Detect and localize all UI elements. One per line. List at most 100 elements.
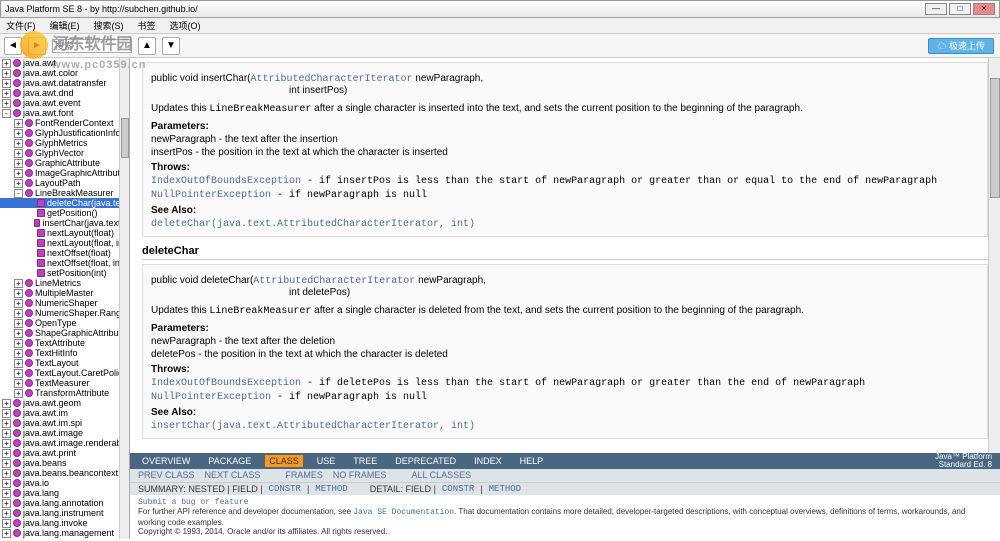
nav-prev-class[interactable]: PREV CLASS xyxy=(138,470,195,480)
seealso-link[interactable]: deleteChar(java.text.AttributedCharacter… xyxy=(151,219,475,230)
maximize-button[interactable]: □ xyxy=(949,3,971,15)
tree-item[interactable]: +GlyphVector xyxy=(0,148,129,158)
nav-overview[interactable]: OVERVIEW xyxy=(138,455,194,467)
nav-frames[interactable]: FRAMES xyxy=(285,470,323,480)
tree-item[interactable]: +java.awt.im xyxy=(0,408,129,418)
expand-icon[interactable]: + xyxy=(14,299,23,308)
tree-item[interactable]: +java.lang.instrument xyxy=(0,508,129,518)
nav-noframes[interactable]: NO FRAMES xyxy=(333,470,387,480)
tree-item[interactable]: +GraphicAttribute xyxy=(0,158,129,168)
tree-item[interactable]: +java.io xyxy=(0,478,129,488)
expand-icon[interactable]: + xyxy=(2,519,11,528)
tree-item[interactable]: +java.awt.event xyxy=(0,98,129,108)
expand-icon[interactable]: + xyxy=(2,469,11,478)
detail-constr-link[interactable]: CONSTR xyxy=(442,484,474,494)
expand-icon[interactable]: + xyxy=(14,119,23,128)
tree-item[interactable]: +java.beans xyxy=(0,458,129,468)
tree-item[interactable]: +TransformAttribute xyxy=(0,388,129,398)
expand-icon[interactable]: + xyxy=(14,169,23,178)
summary-constr-link[interactable]: CONSTR xyxy=(269,484,301,494)
expand-icon[interactable]: + xyxy=(14,129,23,138)
tree-item[interactable]: +FontRenderContext xyxy=(0,118,129,128)
tree-item[interactable]: nextOffset(float, int, xyxy=(0,258,129,268)
submit-bug-link[interactable]: Submit a bug or feature xyxy=(138,498,248,507)
tree-item[interactable]: +java.lang xyxy=(0,488,129,498)
expand-icon[interactable]: + xyxy=(14,309,23,318)
type-link[interactable]: AttributedCharacterIterator xyxy=(251,74,413,85)
minimize-button[interactable]: — xyxy=(925,3,947,15)
expand-icon[interactable]: + xyxy=(2,459,11,468)
tree-item[interactable]: +ShapeGraphicAttribute xyxy=(0,328,129,338)
seealso-link[interactable]: insertChar(java.text.AttributedCharacter… xyxy=(151,421,475,432)
tree-item[interactable]: +TextHitInfo xyxy=(0,348,129,358)
nav-package[interactable]: PACKAGE xyxy=(204,455,255,467)
tree-item[interactable]: +java.lang.management xyxy=(0,528,129,538)
nav-use[interactable]: USE xyxy=(313,455,340,467)
collapse-icon[interactable]: - xyxy=(2,109,11,118)
tree-item[interactable]: setPosition(int) xyxy=(0,268,129,278)
tree-item[interactable]: +java.awt.dnd xyxy=(0,88,129,98)
content-scrollbar[interactable] xyxy=(988,58,1000,481)
tree-item[interactable]: +java.awt.datatransfer xyxy=(0,78,129,88)
tree-item[interactable]: getPosition() xyxy=(0,208,129,218)
tree-item[interactable]: insertChar(java.text.A xyxy=(0,218,129,228)
detail-method-link[interactable]: METHOD xyxy=(489,484,521,494)
expand-icon[interactable]: + xyxy=(14,369,23,378)
type-link[interactable]: AttributedCharacterIterator xyxy=(253,276,415,287)
tree-item[interactable]: +java.awt.im.spi xyxy=(0,418,129,428)
tree-item[interactable]: -java.awt.font xyxy=(0,108,129,118)
expand-icon[interactable]: + xyxy=(2,429,11,438)
tree-item[interactable]: deleteChar(java.text xyxy=(0,198,129,208)
expand-icon[interactable]: + xyxy=(14,149,23,158)
exception-link[interactable]: NullPointerException xyxy=(151,190,271,201)
expand-icon[interactable]: + xyxy=(14,179,23,188)
nav-index[interactable]: INDEX xyxy=(470,455,506,467)
expand-icon[interactable]: + xyxy=(14,159,23,168)
expand-icon[interactable]: + xyxy=(14,339,23,348)
menu-options[interactable]: 选项(O) xyxy=(170,19,201,32)
tree-item[interactable]: +java.lang.ref xyxy=(0,538,129,539)
collapse-icon[interactable]: - xyxy=(14,189,23,198)
expand-icon[interactable]: + xyxy=(2,399,11,408)
tree-item[interactable]: +java.awt.image xyxy=(0,428,129,438)
expand-icon[interactable]: + xyxy=(2,529,11,538)
summary-method-link[interactable]: METHOD xyxy=(315,484,347,494)
tree-item[interactable]: +java.beans.beancontext xyxy=(0,468,129,478)
expand-icon[interactable]: + xyxy=(14,139,23,148)
tree-item[interactable]: +TextLayout xyxy=(0,358,129,368)
tree-item[interactable]: +GlyphMetrics xyxy=(0,138,129,148)
tree-item[interactable]: +NumericShaper xyxy=(0,298,129,308)
nav-tree[interactable]: TREE xyxy=(349,455,381,467)
tree-item[interactable]: +NumericShaper.Range xyxy=(0,308,129,318)
expand-icon[interactable]: + xyxy=(14,279,23,288)
expand-icon[interactable]: + xyxy=(2,499,11,508)
expand-icon[interactable]: + xyxy=(2,89,11,98)
search-next-button[interactable]: ▼ xyxy=(162,37,180,55)
expand-icon[interactable]: + xyxy=(2,99,11,108)
expand-icon[interactable]: + xyxy=(14,379,23,388)
tree-item[interactable]: nextLayout(float) xyxy=(0,228,129,238)
expand-icon[interactable]: + xyxy=(2,59,11,68)
nav-next-class[interactable]: NEXT CLASS xyxy=(205,470,261,480)
exception-link[interactable]: IndexOutOfBoundsException xyxy=(151,176,301,187)
tree-item[interactable]: +TextMeasurer xyxy=(0,378,129,388)
nav-class[interactable]: CLASS xyxy=(265,455,303,467)
tree-item[interactable]: +java.awt.geom xyxy=(0,398,129,408)
tree-item[interactable]: +java.lang.invoke xyxy=(0,518,129,528)
exception-link[interactable]: IndexOutOfBoundsException xyxy=(151,378,301,389)
tree-item[interactable]: +LayoutPath xyxy=(0,178,129,188)
expand-icon[interactable]: + xyxy=(14,319,23,328)
nav-allclasses[interactable]: ALL CLASSES xyxy=(411,470,471,480)
expand-icon[interactable]: + xyxy=(2,79,11,88)
exception-link[interactable]: NullPointerException xyxy=(151,392,271,403)
nav-help[interactable]: HELP xyxy=(516,455,548,467)
tree-item[interactable]: +GlyphJustificationInfo xyxy=(0,128,129,138)
expand-icon[interactable]: + xyxy=(2,539,11,540)
expand-icon[interactable]: + xyxy=(2,449,11,458)
tree-item[interactable]: nextOffset(float) xyxy=(0,248,129,258)
expand-icon[interactable]: + xyxy=(14,349,23,358)
tree-item[interactable]: +MultipleMaster xyxy=(0,288,129,298)
tree-item[interactable]: nextLayout(float, int, xyxy=(0,238,129,248)
close-button[interactable]: ✕ xyxy=(973,3,995,15)
tree-item[interactable]: +OpenType xyxy=(0,318,129,328)
